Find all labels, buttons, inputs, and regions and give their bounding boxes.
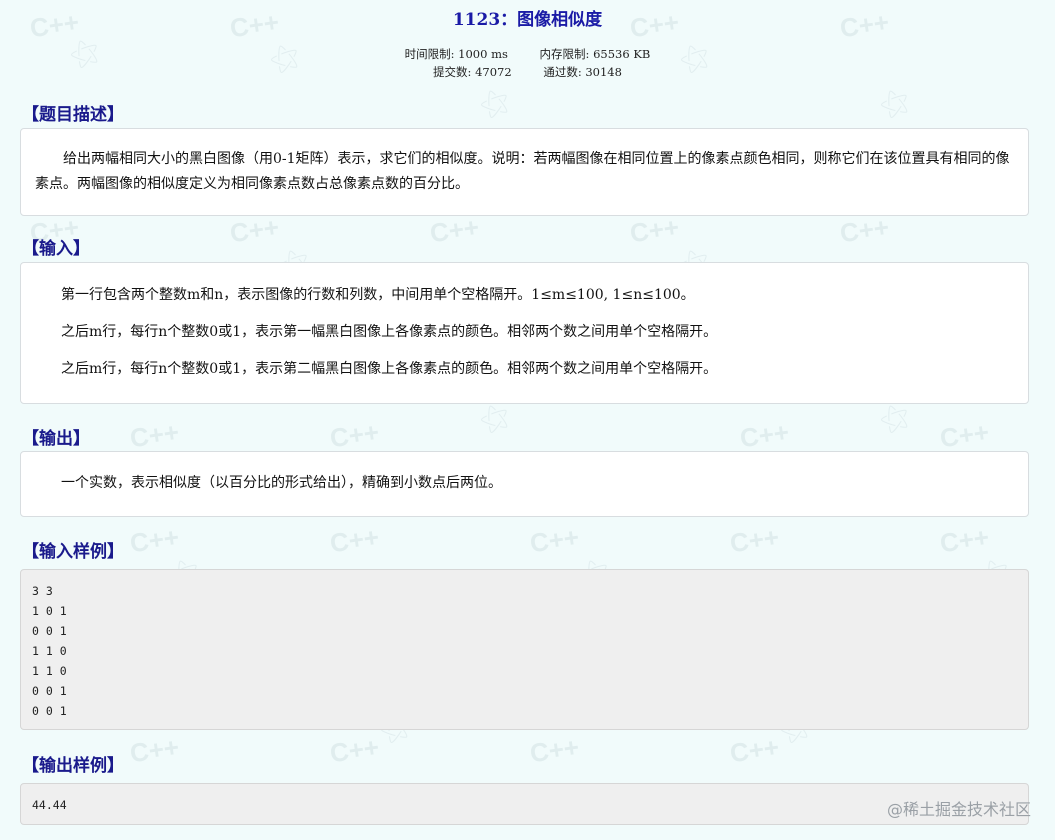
watermark-cpp-text: C++ <box>528 521 581 559</box>
watermark-cpp-text: C++ <box>728 731 781 769</box>
watermark-cpp-text: C++ <box>428 211 481 249</box>
problem-id: 1123 <box>452 10 501 30</box>
watermark-cpp-text: C++ <box>938 521 991 559</box>
memory-limit-value: 65536 KB <box>593 47 651 61</box>
description-text: 给出两幅相同大小的黑白图像（用0-1矩阵）表示，求它们的相似度。说明：若两幅图像… <box>35 151 1010 192</box>
code-line: 1 1 0 <box>32 644 67 658</box>
description-heading: 【题目描述】 <box>22 105 124 125</box>
watermark-cpp-text: C++ <box>938 416 991 454</box>
output-heading: 【输出】 <box>22 429 90 449</box>
watermark-cpp-text: C++ <box>128 731 181 769</box>
code-line: 3 3 <box>32 584 53 598</box>
input-heading: 【输入】 <box>22 239 90 259</box>
sample-output-heading: 【输出样例】 <box>22 756 124 776</box>
submissions-label: 提交数: <box>433 65 472 79</box>
code-line: 0 0 1 <box>32 624 67 638</box>
stats-row: 提交数: 47072 通过数: 30148 <box>0 64 1055 80</box>
title-separator: ： <box>500 10 518 30</box>
output-text: 一个实数，表示相似度（以百分比的形式给出），精确到小数点后两位。 <box>61 475 502 491</box>
accepted: 通过数: 30148 <box>543 64 622 80</box>
code-line: 1 0 1 <box>32 604 67 618</box>
watermark-cpp-text: C++ <box>728 521 781 559</box>
input-panel: 第一行包含两个整数m和n，表示图像的行数和列数，中间用单个空格隔开。1≤m≤10… <box>20 262 1029 404</box>
problem-name: 图像相似度 <box>517 10 603 30</box>
watermark-cpp-text: C++ <box>328 416 381 454</box>
watermark-cpp-text: C++ <box>328 521 381 559</box>
memory-limit: 内存限制: 65536 KB <box>540 46 651 62</box>
watermark-glyph: ⚝ <box>474 81 515 124</box>
page-title: 1123：图像相似度 <box>0 5 1055 30</box>
code-line: 0 0 1 <box>32 704 67 718</box>
watermark-cpp-text: C++ <box>628 211 681 249</box>
watermark-cpp-text: C++ <box>228 211 281 249</box>
code-line: 0 0 1 <box>32 684 67 698</box>
time-limit: 时间限制: 1000 ms <box>405 46 508 62</box>
watermark-cpp-text: C++ <box>528 731 581 769</box>
site-watermark: @稀土掘金技术社区 <box>886 800 1031 819</box>
watermark-cpp-text: C++ <box>738 416 791 454</box>
watermark-glyph: ⚝ <box>874 81 915 124</box>
watermark-cpp-text: C++ <box>128 521 181 559</box>
output-panel: 一个实数，表示相似度（以百分比的形式给出），精确到小数点后两位。 <box>20 451 1029 517</box>
watermark-cpp-text: C++ <box>128 416 181 454</box>
memory-limit-label: 内存限制: <box>539 47 590 61</box>
description-panel: 给出两幅相同大小的黑白图像（用0-1矩阵）表示，求它们的相似度。说明：若两幅图像… <box>20 128 1029 216</box>
accepted-value: 30148 <box>585 65 622 79</box>
accepted-label: 通过数: <box>543 65 582 79</box>
input-line: 第一行包含两个整数m和n，表示图像的行数和列数，中间用单个空格隔开。1≤m≤10… <box>61 287 695 303</box>
time-limit-value: 1000 ms <box>458 47 508 61</box>
watermark-cpp-text: C++ <box>838 211 891 249</box>
sample-input-code[interactable]: 3 3 1 0 1 0 0 1 1 1 0 1 1 0 0 0 1 0 0 1 <box>20 569 1029 730</box>
code-line: 1 1 0 <box>32 664 67 678</box>
sample-output-code[interactable]: 44.44 <box>20 783 1029 825</box>
input-line: 之后m行，每行n个整数0或1，表示第一幅黑白图像上各像素点的颜色。相邻两个数之间… <box>61 324 718 340</box>
limits-row: 时间限制: 1000 ms 内存限制: 65536 KB <box>0 46 1055 62</box>
watermark-cpp-text: C++ <box>328 731 381 769</box>
time-limit-label: 时间限制: <box>404 47 455 61</box>
code-line: 44.44 <box>32 798 67 812</box>
submissions: 提交数: 47072 <box>433 64 512 80</box>
input-line: 之后m行，每行n个整数0或1，表示第二幅黑白图像上各像素点的颜色。相邻两个数之间… <box>61 361 718 377</box>
submissions-value: 47072 <box>475 65 512 79</box>
sample-input-heading: 【输入样例】 <box>22 542 124 562</box>
